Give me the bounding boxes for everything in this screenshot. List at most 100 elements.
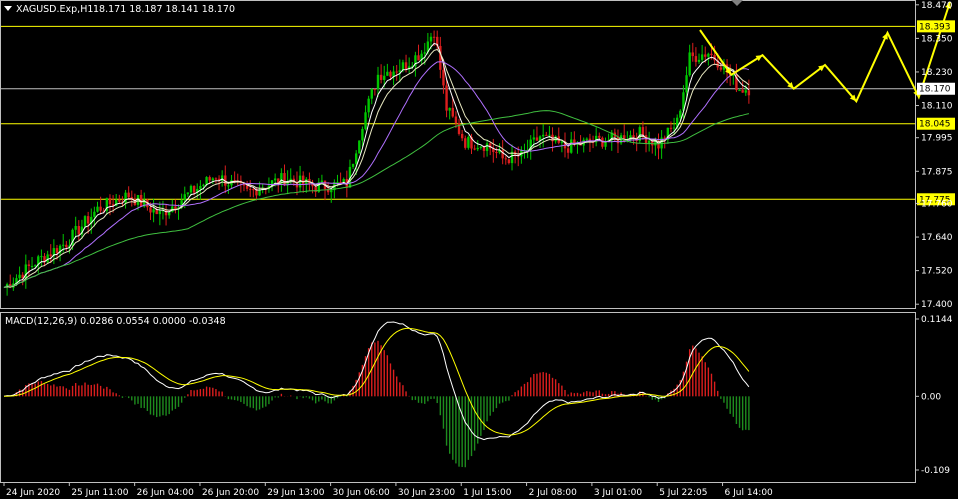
candle-body xyxy=(476,147,479,150)
time-tick-label: 3 Jul 01:00 xyxy=(594,488,643,498)
macd-tick-label: 0.00 xyxy=(921,392,941,402)
candle-body xyxy=(697,59,701,62)
time-tick-label: 6 Jul 14:00 xyxy=(725,488,774,498)
time-tick-label: 1 Jul 15:00 xyxy=(463,488,512,498)
candle-body xyxy=(404,62,408,70)
candle-body xyxy=(688,52,691,76)
candle-body xyxy=(376,74,380,90)
time-tick-label: 25 Jun 11:00 xyxy=(71,488,128,498)
price-tick-label: 17.520 xyxy=(921,267,953,277)
candle-body xyxy=(40,256,43,258)
candle-body xyxy=(741,90,744,93)
candle-body xyxy=(429,36,433,42)
ma-mid-line xyxy=(3,48,750,288)
candle-body xyxy=(423,52,426,54)
candle-body xyxy=(541,134,545,137)
candle-body xyxy=(27,264,31,267)
candle-body xyxy=(451,107,454,117)
candle-body xyxy=(710,53,713,56)
candle-body xyxy=(86,216,90,224)
candle-body xyxy=(504,158,507,160)
price-tick-label: 17.400 xyxy=(921,300,953,310)
candle-body xyxy=(118,200,121,202)
candle-body xyxy=(744,90,747,93)
candle-body xyxy=(127,192,130,198)
candle-body xyxy=(93,211,96,217)
candle-body xyxy=(641,127,645,136)
candle-body xyxy=(485,143,489,151)
candle-body xyxy=(152,209,155,213)
candle-body xyxy=(719,67,723,70)
macd-tick-label: -0.109 xyxy=(921,466,950,476)
candle-body xyxy=(258,190,261,196)
triangle-down-icon[interactable] xyxy=(4,6,12,11)
candle-body xyxy=(632,135,635,138)
current-price-label: 18.170 xyxy=(919,85,951,95)
macd-tick-label: 0.1144 xyxy=(921,315,953,325)
candle-body xyxy=(401,62,405,71)
time-tick-label: 29 Jun 13:00 xyxy=(267,488,324,498)
candle-body xyxy=(339,181,342,183)
price-tick-label: 17.760 xyxy=(921,199,953,209)
candle-body xyxy=(342,178,345,183)
candle-body xyxy=(448,107,451,111)
candle-body xyxy=(361,129,364,141)
candle-body xyxy=(320,180,324,183)
candle-body xyxy=(96,206,99,212)
candle-body xyxy=(467,136,470,148)
candle-body xyxy=(604,141,607,147)
price-tick-label: 17.995 xyxy=(921,134,953,144)
candle-body xyxy=(570,139,573,153)
time-tick-label: 5 Jul 22:05 xyxy=(659,488,707,498)
candle-body xyxy=(211,178,215,181)
candle-body xyxy=(383,75,386,80)
candle-body xyxy=(585,138,589,140)
candle-body xyxy=(364,112,367,130)
candle-body xyxy=(202,184,205,187)
time-tick-label: 26 Jun 20:00 xyxy=(202,488,259,498)
candle-body xyxy=(495,152,498,154)
candle-body xyxy=(560,141,564,143)
price-tick-label: 18.470 xyxy=(921,1,953,11)
candle-body xyxy=(479,146,483,148)
candle-body xyxy=(149,207,152,213)
candle-body xyxy=(354,153,358,164)
candle-body xyxy=(700,54,704,60)
scroll-marker-icon[interactable] xyxy=(731,0,743,6)
candle-body xyxy=(189,185,193,193)
symbol-label: XAGUSD.Exp,H1 xyxy=(16,4,93,15)
candle-body xyxy=(417,55,420,61)
candle-body xyxy=(386,71,389,76)
candle-body xyxy=(83,216,87,227)
candle-body xyxy=(186,192,190,195)
candle-body xyxy=(707,53,710,57)
candle-body xyxy=(18,274,21,279)
candle-body xyxy=(46,254,49,263)
candle-body xyxy=(545,134,548,136)
candle-body xyxy=(245,185,249,189)
price-panel-frame xyxy=(0,0,916,309)
candle-body xyxy=(249,188,252,190)
price-tick-label: 18.230 xyxy=(921,68,953,78)
candle-body xyxy=(464,138,467,148)
candle-body xyxy=(74,225,77,230)
candle-body xyxy=(49,254,52,257)
candle-body xyxy=(432,36,436,38)
candle-body xyxy=(62,244,65,246)
candle-body xyxy=(747,90,751,96)
candle-body xyxy=(532,137,536,140)
candle-body xyxy=(507,159,511,164)
price-tick-label: 17.640 xyxy=(921,233,953,243)
level-price-label: 18.393 xyxy=(919,22,951,32)
chart-canvas[interactable]: 18.39318.04517.77518.17018.47018.35018.2… xyxy=(0,0,958,499)
candle-body xyxy=(548,134,551,136)
candle-body xyxy=(473,148,476,150)
candle-body xyxy=(379,74,383,80)
candle-body xyxy=(273,178,277,181)
candle-body xyxy=(738,90,741,92)
candle-body xyxy=(167,211,171,216)
time-tick-label: 30 Jun 23:00 xyxy=(398,488,455,498)
candle-body xyxy=(108,198,112,205)
candle-body xyxy=(566,148,570,153)
candle-body xyxy=(691,52,694,57)
